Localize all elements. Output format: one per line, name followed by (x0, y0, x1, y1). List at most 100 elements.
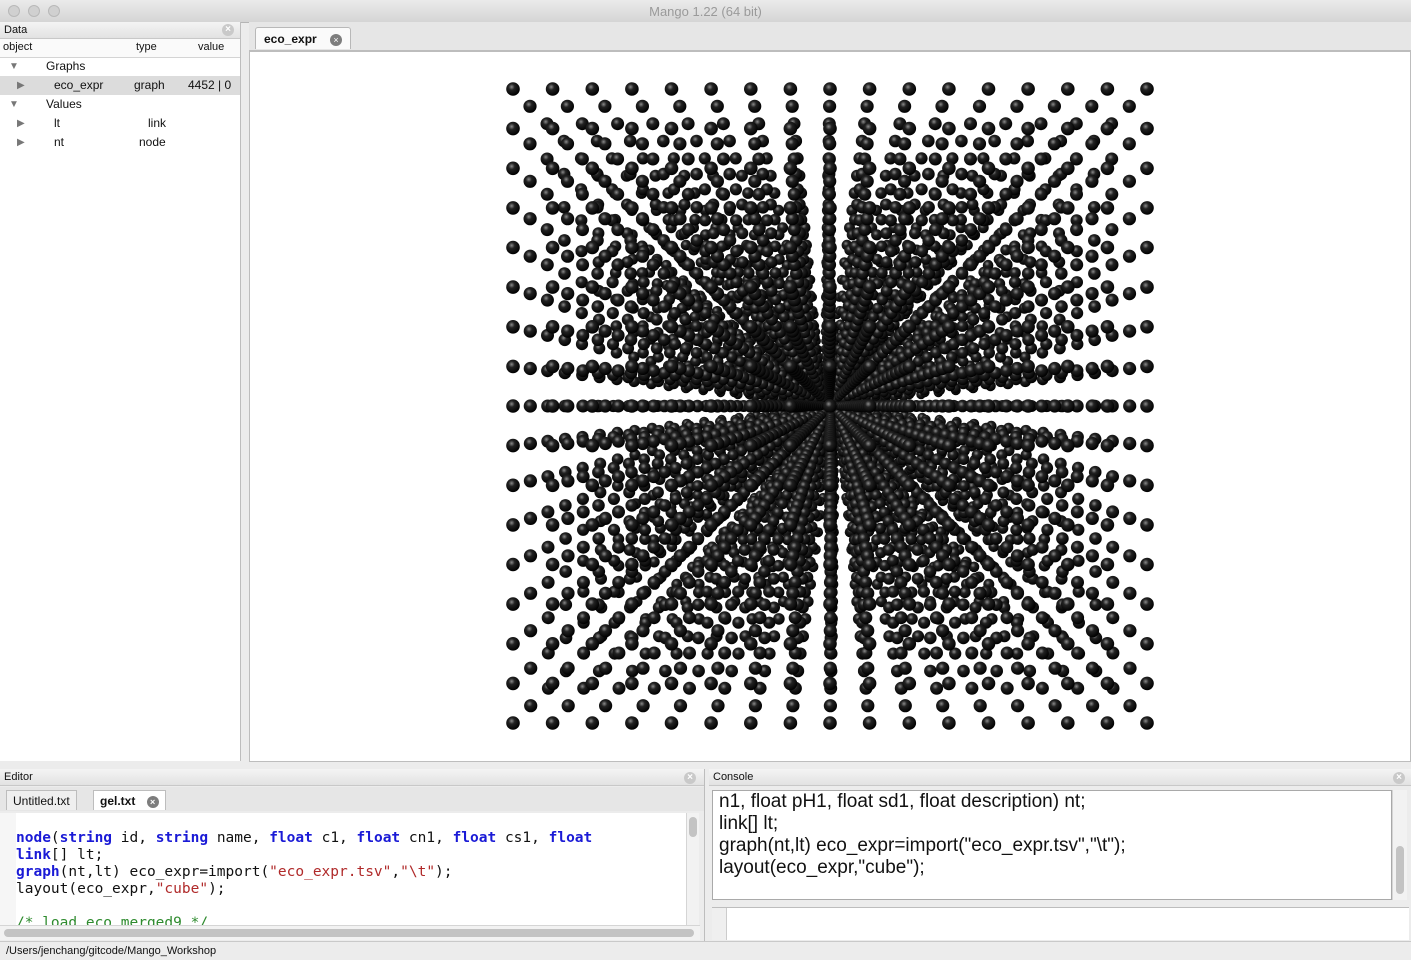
graph-node[interactable] (1123, 549, 1137, 563)
graph-node[interactable] (967, 313, 980, 326)
graph-node[interactable] (540, 187, 554, 201)
graph-node[interactable] (787, 223, 801, 237)
graph-node[interactable] (1035, 575, 1049, 589)
graph-node[interactable] (1123, 586, 1137, 600)
graph-node[interactable] (1085, 287, 1099, 301)
disclosure-expanded-icon[interactable]: ▼ (9, 95, 19, 114)
graph-node[interactable] (748, 174, 762, 188)
graph-node[interactable] (623, 543, 636, 556)
graph-node[interactable] (561, 511, 575, 525)
graph-node[interactable] (624, 300, 638, 313)
graph-node[interactable] (692, 664, 705, 678)
graph-node[interactable] (1000, 575, 1014, 589)
graph-node[interactable] (756, 201, 770, 214)
graph-node[interactable] (1048, 699, 1062, 713)
graph-node[interactable] (585, 201, 600, 215)
graph-node[interactable] (858, 223, 872, 237)
graph-node[interactable] (657, 300, 671, 313)
graph-node[interactable] (651, 486, 664, 499)
graph-node[interactable] (598, 137, 612, 151)
graph-node[interactable] (906, 613, 918, 625)
graph-node[interactable] (541, 611, 555, 625)
graph-node[interactable] (690, 234, 704, 247)
graph-node[interactable] (767, 543, 780, 556)
graph-node[interactable] (765, 256, 778, 269)
graph-node[interactable] (935, 137, 949, 151)
graph-node[interactable] (996, 313, 1009, 326)
graph-node[interactable] (506, 161, 520, 176)
graph-node[interactable] (646, 258, 660, 272)
graph-node[interactable] (611, 328, 625, 342)
graph-node[interactable] (999, 187, 1013, 201)
graph-node[interactable] (823, 174, 837, 188)
graph-node[interactable] (788, 575, 802, 589)
graph-node[interactable] (692, 598, 705, 611)
graph-node[interactable] (598, 99, 612, 113)
graph-node[interactable] (1123, 699, 1137, 713)
graph-node[interactable] (1010, 99, 1024, 113)
graph-node[interactable] (725, 664, 738, 678)
graph-node[interactable] (890, 598, 904, 611)
graph-node[interactable] (860, 137, 874, 151)
graph-node[interactable] (1010, 174, 1024, 188)
graph-node[interactable] (658, 532, 672, 545)
graph-node[interactable] (1035, 434, 1049, 448)
graph-node[interactable] (576, 505, 590, 519)
graph-node[interactable] (635, 174, 649, 188)
graph-node[interactable] (957, 453, 970, 466)
graph-node[interactable] (718, 611, 732, 625)
graph-node[interactable] (561, 361, 575, 376)
tree-row-nt[interactable]: ▶ nt node (0, 133, 240, 152)
graph-node[interactable] (823, 624, 837, 638)
graph-node[interactable] (988, 267, 1002, 280)
graph-node[interactable] (545, 597, 560, 611)
graph-node[interactable] (1034, 258, 1048, 272)
graph-node[interactable] (506, 320, 520, 334)
graph-node[interactable] (690, 347, 703, 359)
graph-node[interactable] (545, 557, 560, 572)
graph-node[interactable] (575, 152, 589, 166)
graph-node[interactable] (673, 137, 687, 151)
graph-node[interactable] (523, 212, 537, 226)
graph-node[interactable] (968, 457, 981, 470)
graph-node[interactable] (691, 565, 705, 578)
graph-node[interactable] (659, 664, 672, 678)
graph-node[interactable] (893, 187, 907, 201)
graph-node[interactable] (558, 267, 571, 280)
graph-node[interactable] (585, 399, 600, 413)
graph-node[interactable] (730, 214, 743, 227)
graph-node[interactable] (647, 540, 661, 554)
graph-node[interactable] (638, 492, 651, 505)
graph-node[interactable] (506, 399, 520, 413)
graph-node[interactable] (635, 137, 649, 151)
graph-node[interactable] (823, 137, 837, 151)
graph-node[interactable] (1085, 137, 1099, 151)
graph-node[interactable] (999, 152, 1013, 166)
graph-node[interactable] (561, 249, 575, 263)
graph-node[interactable] (1071, 611, 1085, 625)
graph-node[interactable] (860, 99, 874, 113)
graph-node[interactable] (1055, 267, 1068, 280)
graph-node[interactable] (647, 681, 661, 695)
graph-node[interactable] (1123, 511, 1137, 525)
graph-node[interactable] (598, 324, 612, 338)
graph-node[interactable] (738, 543, 751, 556)
graph-node[interactable] (545, 637, 560, 651)
graph-node[interactable] (729, 183, 742, 196)
graph-node[interactable] (673, 212, 687, 226)
graph-node[interactable] (786, 699, 800, 713)
graph-node[interactable] (524, 699, 538, 713)
graph-node[interactable] (647, 575, 661, 589)
graph-node[interactable] (748, 99, 762, 113)
graph-node[interactable] (884, 245, 898, 258)
graph-node[interactable] (1071, 646, 1085, 660)
graph-node[interactable] (1041, 523, 1054, 536)
graph-node[interactable] (732, 585, 745, 598)
graph-node[interactable] (637, 276, 650, 289)
graph-node[interactable] (523, 436, 537, 451)
graph-node[interactable] (723, 201, 737, 214)
graph-node[interactable] (964, 117, 977, 131)
graph-node[interactable] (1089, 532, 1102, 545)
graph-node[interactable] (752, 187, 766, 201)
graph-node[interactable] (523, 399, 537, 413)
